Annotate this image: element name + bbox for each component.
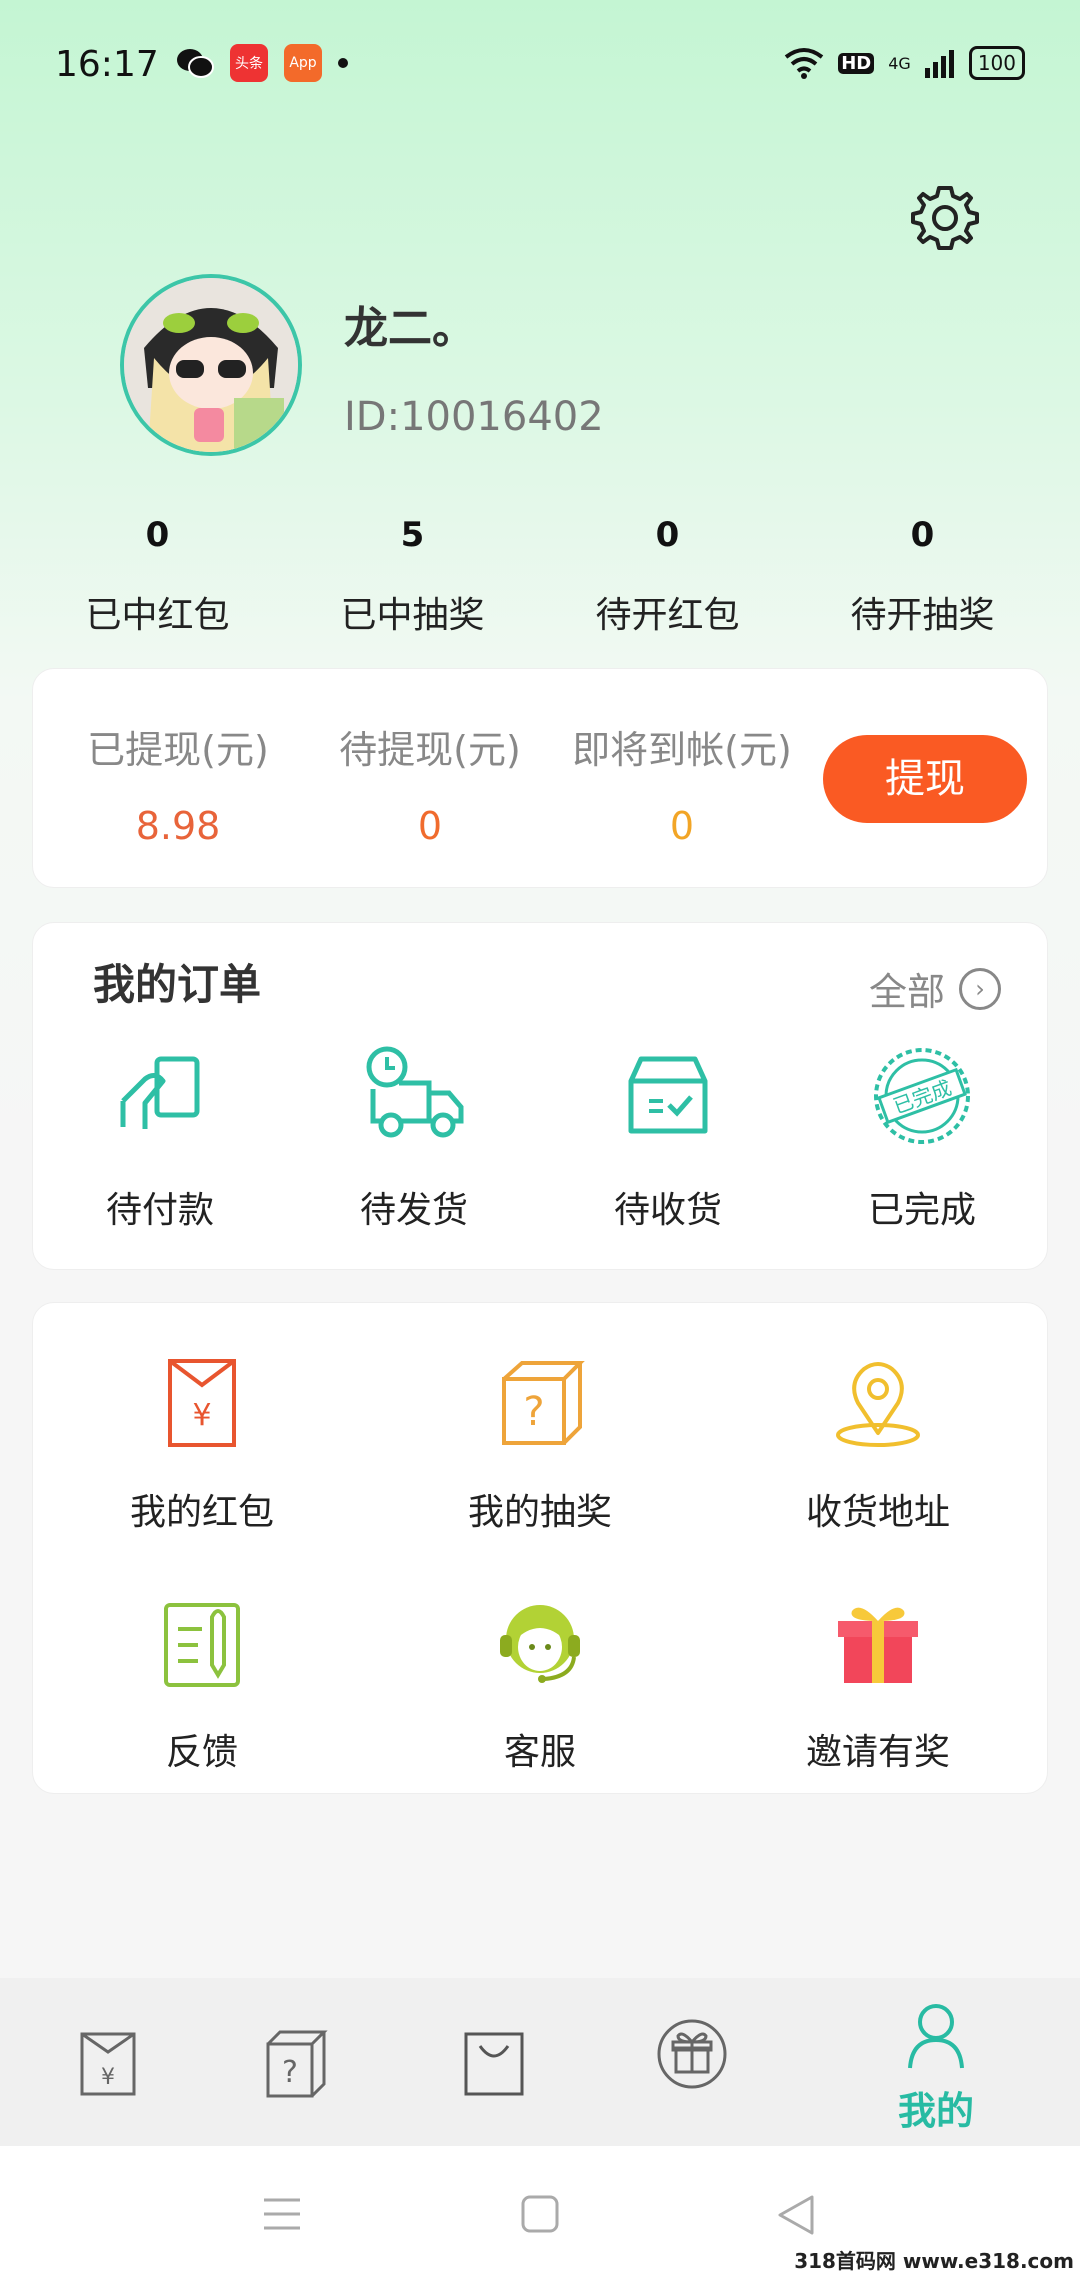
- tab-gifts[interactable]: [584, 2018, 800, 2094]
- arriving-value: 0: [669, 804, 695, 848]
- username: 龙二。: [344, 303, 476, 354]
- tab-mine-label: 我的: [897, 2089, 974, 2133]
- arriving-amount: 即将到帐(元) 0: [557, 719, 807, 848]
- red-envelope-tab-icon: ¥: [80, 2032, 136, 2096]
- wifi-icon: [784, 48, 824, 79]
- orders-card: 我的订单 全部 › 待付款 待发货 待收货 已完成 已完成: [32, 922, 1048, 1270]
- tab-mine[interactable]: 我的: [828, 2000, 1044, 2135]
- service-invite-rewards[interactable]: 邀请有奖: [709, 1595, 1047, 1775]
- stat-label: 已中红包: [85, 595, 230, 636]
- feedback-icon: [164, 1603, 240, 1687]
- stat-label: 待开红包: [595, 595, 740, 636]
- app-notification-icon: App: [284, 44, 322, 82]
- pending-amount: 待提现(元) 0: [305, 719, 555, 848]
- stat-won-red-envelopes[interactable]: 0 已中红包: [30, 510, 285, 638]
- arriving-label: 即将到帐(元): [572, 728, 792, 772]
- status-time: 16:17: [55, 44, 159, 85]
- service-my-lotteries[interactable]: ? 我的抽奖: [371, 1355, 709, 1535]
- red-envelope-icon: ¥: [168, 1359, 236, 1447]
- withdrawn-amount: 已提现(元) 8.98: [53, 719, 303, 848]
- signal-icon: [924, 50, 954, 78]
- back-icon[interactable]: [776, 2194, 816, 2236]
- system-status: HD 4G 100: [784, 46, 1025, 80]
- svg-text:¥: ¥: [101, 2065, 115, 2090]
- services-card: ¥ 我的红包 ? 我的抽奖 收货地址 反馈 客服 邀请有奖: [32, 1302, 1048, 1794]
- stat-value: 0: [145, 515, 170, 555]
- svg-text:?: ?: [523, 1389, 544, 1435]
- order-label: 待收货: [613, 1190, 722, 1231]
- service-feedback[interactable]: 反馈: [33, 1595, 371, 1775]
- battery-indicator: 100: [968, 46, 1025, 80]
- gift-icon: [838, 1607, 918, 1683]
- hd-badge: HD: [838, 52, 875, 74]
- delivery-truck-icon: [366, 1046, 464, 1138]
- mystery-box-tab-icon: ?: [266, 2030, 328, 2098]
- more-notifications-dot: [338, 58, 348, 68]
- receive-box-icon: [628, 1056, 708, 1134]
- service-shipping-address[interactable]: 收货地址: [709, 1355, 1047, 1535]
- order-pending-shipment[interactable]: 待发货: [287, 1041, 541, 1233]
- svg-text:?: ?: [282, 2055, 298, 2090]
- order-label: 待付款: [105, 1190, 214, 1231]
- stat-won-lotteries[interactable]: 5 已中抽奖: [285, 510, 540, 638]
- avatar[interactable]: [120, 274, 302, 456]
- completed-stamp-icon: 已完成: [874, 1048, 970, 1144]
- shopping-bag-tab-icon: [464, 2032, 524, 2096]
- withdrawn-label: 已提现(元): [87, 728, 269, 772]
- view-all-orders-link[interactable]: 全部 ›: [869, 961, 1001, 1016]
- stat-value: 0: [655, 515, 680, 555]
- mystery-box-icon: ?: [502, 1361, 585, 1445]
- tab-red-envelopes[interactable]: ¥: [0, 2028, 216, 2104]
- order-label: 待发货: [359, 1190, 468, 1231]
- network-type: 4G: [888, 53, 911, 73]
- service-label: 邀请有奖: [805, 1732, 950, 1773]
- watermark: 318首码网 www.e318.com: [788, 2245, 1080, 2274]
- toutiao-app-icon: 头条: [230, 44, 268, 82]
- pending-value: 0: [417, 804, 443, 848]
- customer-service-icon: [500, 1605, 580, 1683]
- svg-text:¥: ¥: [192, 1398, 211, 1433]
- pending-label: 待提现(元): [339, 728, 521, 772]
- stats-row: 0 已中红包 5 已中抽奖 0 待开红包 0 待开抽奖: [0, 510, 1080, 638]
- recent-apps-icon[interactable]: [262, 2196, 302, 2232]
- gift-tab-icon: [657, 2019, 727, 2089]
- bottom-tab-bar: ¥ ? 我的: [0, 1978, 1080, 2146]
- stat-value: 0: [910, 515, 935, 555]
- tab-shop[interactable]: [386, 2028, 602, 2104]
- order-completed[interactable]: 已完成 已完成: [795, 1041, 1049, 1233]
- location-pin-icon: [836, 1362, 920, 1447]
- user-tab-icon: [908, 2004, 964, 2069]
- service-customer-support[interactable]: 客服: [371, 1595, 709, 1775]
- withdraw-button[interactable]: 提现: [823, 735, 1027, 823]
- stat-label: 待开抽奖: [850, 595, 995, 636]
- order-pending-receipt[interactable]: 待收货: [541, 1041, 795, 1233]
- wallet-card: 已提现(元) 8.98 待提现(元) 0 即将到帐(元) 0 提现: [32, 668, 1048, 888]
- home-icon[interactable]: [520, 2194, 560, 2234]
- orders-title: 我的订单: [93, 960, 262, 1009]
- settings-gear-icon[interactable]: [908, 182, 982, 256]
- service-label: 我的红包: [129, 1492, 274, 1533]
- service-label: 反馈: [165, 1732, 238, 1773]
- order-label: 已完成: [867, 1190, 976, 1231]
- payment-icon: [120, 1056, 200, 1129]
- stat-pending-lotteries[interactable]: 0 待开抽奖: [795, 510, 1050, 638]
- chevron-right-icon: ›: [959, 967, 1001, 1010]
- user-id: ID:10016402: [344, 394, 604, 440]
- service-my-red-envelopes[interactable]: ¥ 我的红包: [33, 1355, 371, 1535]
- tab-lottery[interactable]: ?: [188, 2028, 404, 2104]
- notification-icons: 头条 App: [176, 44, 348, 82]
- service-label: 客服: [503, 1732, 576, 1773]
- wechat-icon: [177, 49, 214, 78]
- avatar-image: [124, 278, 298, 452]
- service-label: 我的抽奖: [467, 1492, 612, 1533]
- stat-pending-red-envelopes[interactable]: 0 待开红包: [540, 510, 795, 638]
- stat-label: 已中抽奖: [340, 595, 485, 636]
- withdrawn-value: 8.98: [135, 804, 221, 848]
- order-pending-payment[interactable]: 待付款: [33, 1041, 287, 1233]
- service-label: 收货地址: [805, 1492, 950, 1533]
- stat-value: 5: [400, 515, 425, 555]
- view-all-label: 全部: [868, 970, 945, 1014]
